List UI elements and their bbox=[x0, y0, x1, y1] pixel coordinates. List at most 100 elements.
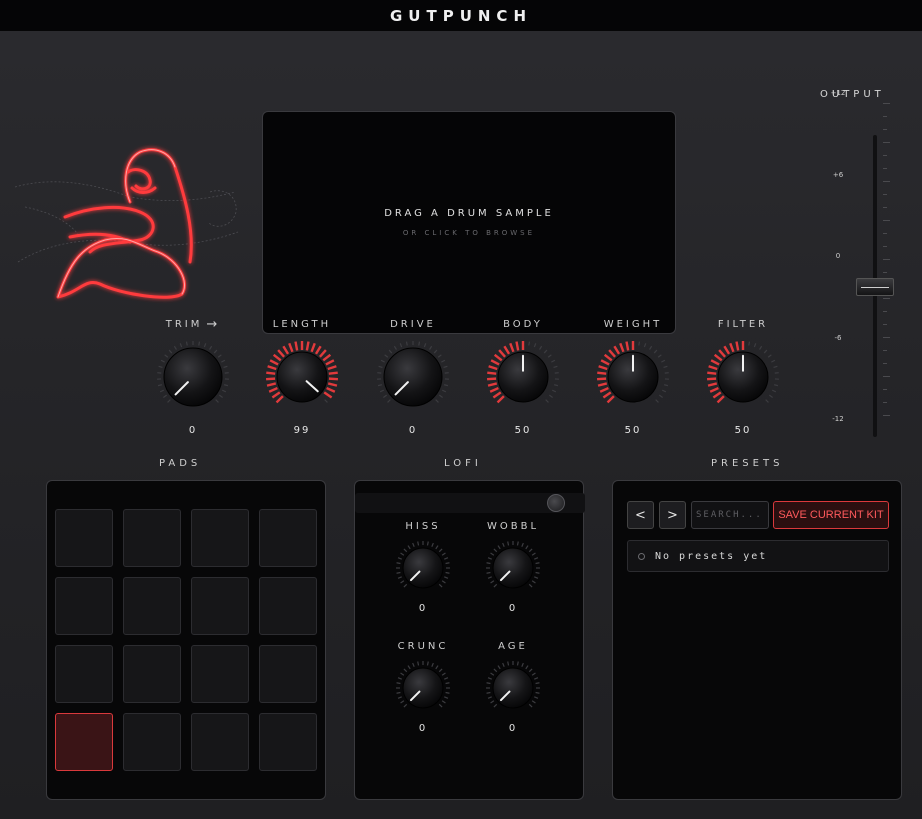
drum-pad[interactable] bbox=[191, 645, 249, 703]
drum-pad[interactable] bbox=[123, 645, 181, 703]
lofi-enable-toggle[interactable] bbox=[547, 494, 565, 512]
save-current-kit-button[interactable]: SAVE CURRENT KIT bbox=[773, 501, 889, 529]
arrow-right-icon[interactable]: → bbox=[206, 317, 220, 332]
knob-ring-tick-lit bbox=[613, 345, 621, 355]
knob-ring-tick bbox=[486, 562, 491, 565]
knob-label-text: FILTER bbox=[717, 318, 769, 330]
knob-ring-tick-lit bbox=[328, 371, 338, 375]
knob-ring-tick bbox=[528, 548, 533, 553]
drum-pad[interactable] bbox=[123, 577, 181, 635]
drum-pad[interactable] bbox=[55, 713, 113, 771]
knob-label: AGE bbox=[498, 640, 528, 652]
knob-ring-tick bbox=[407, 665, 411, 670]
knob-dial[interactable] bbox=[595, 339, 671, 415]
drum-pad[interactable] bbox=[55, 645, 113, 703]
knob-ring-tick-lit bbox=[267, 365, 277, 371]
knob-label: HISS bbox=[405, 520, 441, 532]
knob-ring-tick bbox=[649, 345, 653, 350]
lofi-knob-wobbl[interactable]: WOBBL 0 bbox=[473, 519, 553, 614]
knob-ring-tick bbox=[435, 665, 439, 670]
knob-ring-tick-lit bbox=[498, 349, 506, 358]
knob-ring-tick bbox=[638, 341, 641, 346]
drum-pad[interactable] bbox=[259, 713, 317, 771]
knob-length[interactable]: LENGTH 99 bbox=[257, 317, 347, 436]
knob-dial[interactable] bbox=[705, 339, 781, 415]
drum-pad[interactable] bbox=[55, 577, 113, 635]
knob-ring-tick bbox=[486, 571, 491, 574]
drum-pad[interactable] bbox=[259, 577, 317, 635]
knob-ring-tick bbox=[403, 583, 408, 588]
knob-dial[interactable] bbox=[484, 539, 542, 597]
drum-pad[interactable] bbox=[191, 713, 249, 771]
knob-dial[interactable] bbox=[394, 659, 452, 717]
knob-ring-tick bbox=[643, 343, 647, 348]
meter-minor-tick bbox=[883, 376, 890, 377]
knob-ring-tick-lit bbox=[509, 342, 515, 353]
knob-ring-tick bbox=[535, 691, 540, 694]
knob-weight[interactable]: WEIGHT 50 bbox=[588, 317, 678, 436]
knob-ring-tick bbox=[400, 672, 405, 676]
knob-dial[interactable] bbox=[484, 659, 542, 717]
knob-ring-tick bbox=[507, 661, 510, 666]
knob-ring-tick bbox=[444, 576, 449, 579]
lofi-knob-crunc[interactable]: CRUNC 0 bbox=[383, 639, 463, 734]
knob-ring-tick bbox=[531, 700, 536, 704]
knob-ring-tick bbox=[431, 662, 434, 667]
knob-ring-tick-lit bbox=[272, 353, 282, 362]
knob-dial[interactable] bbox=[485, 339, 561, 415]
knob-ring-tick bbox=[380, 359, 385, 363]
knob-ring-tick-lit bbox=[735, 341, 740, 351]
output-fader-handle[interactable] bbox=[856, 278, 894, 296]
drum-pad[interactable] bbox=[123, 509, 181, 567]
knob-ring-tick bbox=[221, 389, 227, 393]
knob-ring-tick bbox=[534, 677, 539, 680]
lofi-knob-age[interactable]: AGE 0 bbox=[473, 639, 553, 734]
sample-dropzone[interactable]: DRAG A DRUM SAMPLE OR CLICK TO BROWSE bbox=[262, 111, 676, 334]
knob-ring-tick bbox=[493, 668, 498, 673]
knob-ring-tick bbox=[379, 389, 385, 393]
knob-ring-tick bbox=[768, 394, 773, 398]
knob-value: 0 bbox=[188, 425, 198, 436]
knob-label: CRUNC bbox=[397, 640, 449, 652]
drum-pad[interactable] bbox=[55, 509, 113, 567]
knob-label: FILTER bbox=[698, 317, 788, 331]
knob-ring-tick-lit bbox=[718, 349, 726, 358]
presets-panel: < > SAVE CURRENT KIT No presets yet bbox=[612, 480, 902, 800]
knob-ring-tick bbox=[221, 359, 226, 363]
knob-ring-tick bbox=[663, 365, 668, 369]
lofi-knob-hiss[interactable]: HISS 0 bbox=[383, 519, 463, 614]
knob-trim[interactable]: TRIM → 0 bbox=[148, 317, 238, 436]
knob-ring-tick bbox=[387, 399, 391, 403]
knob-dial[interactable] bbox=[264, 339, 340, 415]
next-preset-button[interactable]: > bbox=[659, 501, 686, 529]
knob-drive[interactable]: DRIVE 0 bbox=[368, 317, 458, 436]
drum-pad[interactable] bbox=[191, 577, 249, 635]
knob-ring-tick-lit bbox=[608, 349, 616, 358]
knob-ring-tick bbox=[198, 341, 201, 346]
knob-ring-tick bbox=[426, 541, 429, 546]
empty-dot-icon bbox=[638, 552, 645, 560]
knob-ring-tick-lit bbox=[277, 349, 285, 358]
knob-ring-tick bbox=[445, 682, 450, 685]
meter-minor-tick bbox=[883, 272, 887, 273]
knob-ring-tick bbox=[396, 691, 401, 694]
drum-pad[interactable] bbox=[123, 713, 181, 771]
knob-ring-tick bbox=[388, 349, 393, 354]
knob-ring-tick bbox=[185, 341, 188, 346]
meter-tick-label: +12 bbox=[830, 89, 846, 97]
prev-preset-button[interactable]: < bbox=[627, 501, 654, 529]
preset-search-input[interactable] bbox=[691, 501, 769, 529]
drum-pad[interactable] bbox=[259, 509, 317, 567]
knob-dial[interactable] bbox=[394, 539, 452, 597]
knob-ring-tick bbox=[400, 580, 405, 584]
knob-dial[interactable] bbox=[375, 339, 451, 415]
drum-pad[interactable] bbox=[259, 645, 317, 703]
knob-dial[interactable] bbox=[155, 339, 231, 415]
knob-body[interactable]: BODY 50 bbox=[478, 317, 568, 436]
meter-minor-tick bbox=[883, 181, 890, 182]
knob-filter[interactable]: FILTER 50 bbox=[698, 317, 788, 436]
knob-label: DRIVE bbox=[368, 317, 458, 331]
drum-pad[interactable] bbox=[191, 509, 249, 567]
knob-ring-tick bbox=[163, 394, 168, 398]
knob-ring-tick bbox=[435, 545, 439, 550]
